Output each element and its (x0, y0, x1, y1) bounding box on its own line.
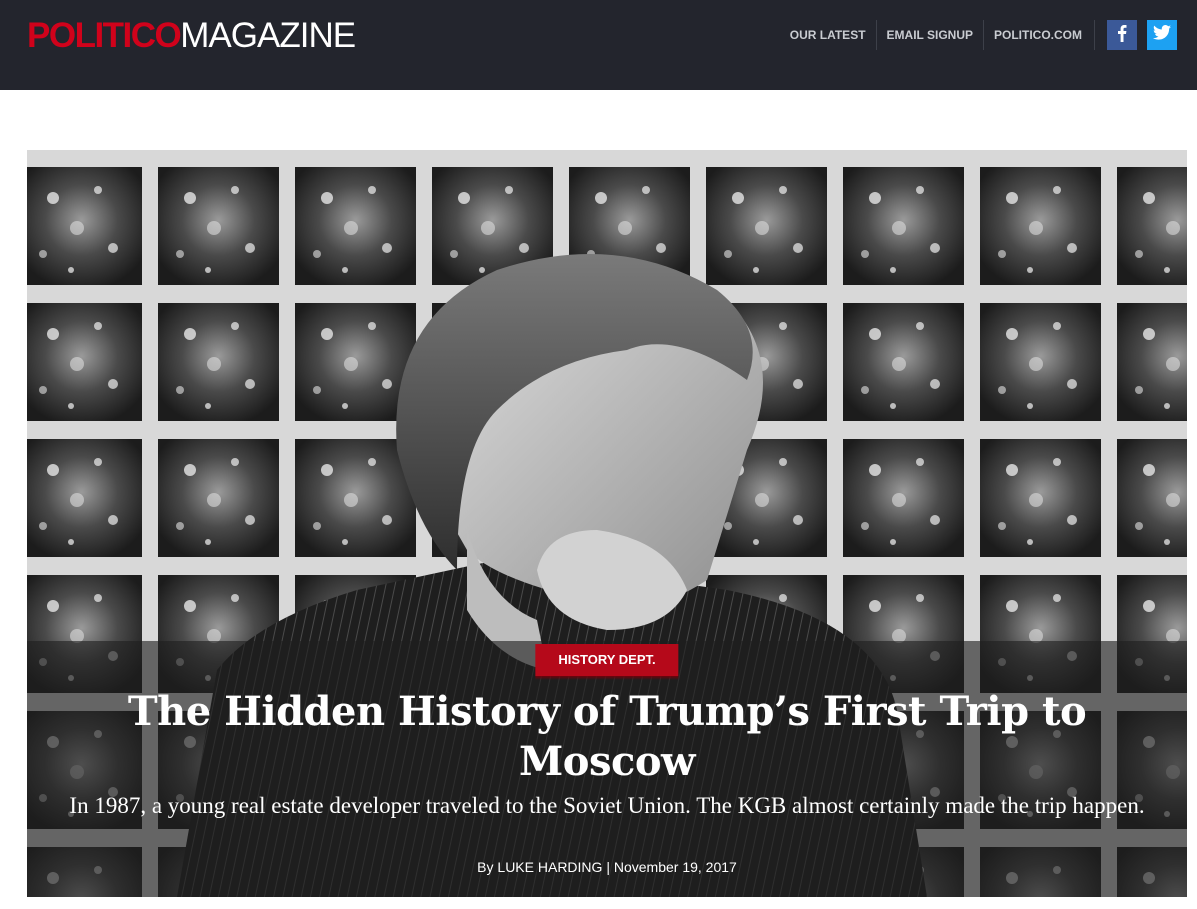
nav-divider (1094, 20, 1095, 50)
hero-feature[interactable]: HISTORY DEPT. The Hidden History of Trum… (27, 150, 1187, 897)
twitter-button[interactable] (1147, 20, 1177, 50)
site-header: POLITICO MAGAZINE OUR LATEST EMAIL SIGNU… (0, 0, 1197, 90)
article-dek: In 1987, a young real estate developer t… (69, 793, 1145, 818)
nav-email-signup[interactable]: EMAIL SIGNUP (875, 20, 983, 50)
byline-author[interactable]: LUKE HARDING (497, 859, 602, 875)
byline-prefix: By (477, 859, 494, 875)
byline-separator: | (606, 859, 610, 875)
logo-politico-text: POLITICO (27, 16, 182, 55)
article-headline[interactable]: The Hidden History of Trump’s First Trip… (67, 687, 1147, 787)
byline-date: November 19, 2017 (613, 859, 737, 875)
section-kicker[interactable]: HISTORY DEPT. (535, 644, 679, 680)
top-nav: OUR LATEST EMAIL SIGNUP POLITICO.COM (780, 20, 1177, 50)
politico-magazine-logo[interactable]: POLITICO MAGAZINE (27, 16, 356, 56)
logo-magazine-text: MAGAZINE (180, 16, 356, 55)
article-byline: By LUKE HARDING | November 19, 2017 (27, 857, 1187, 877)
nav-our-latest[interactable]: OUR LATEST (780, 20, 876, 50)
facebook-button[interactable] (1107, 20, 1137, 50)
facebook-icon (1117, 24, 1127, 47)
nav-politico-com[interactable]: POLITICO.COM (983, 20, 1092, 50)
twitter-icon (1153, 25, 1171, 45)
